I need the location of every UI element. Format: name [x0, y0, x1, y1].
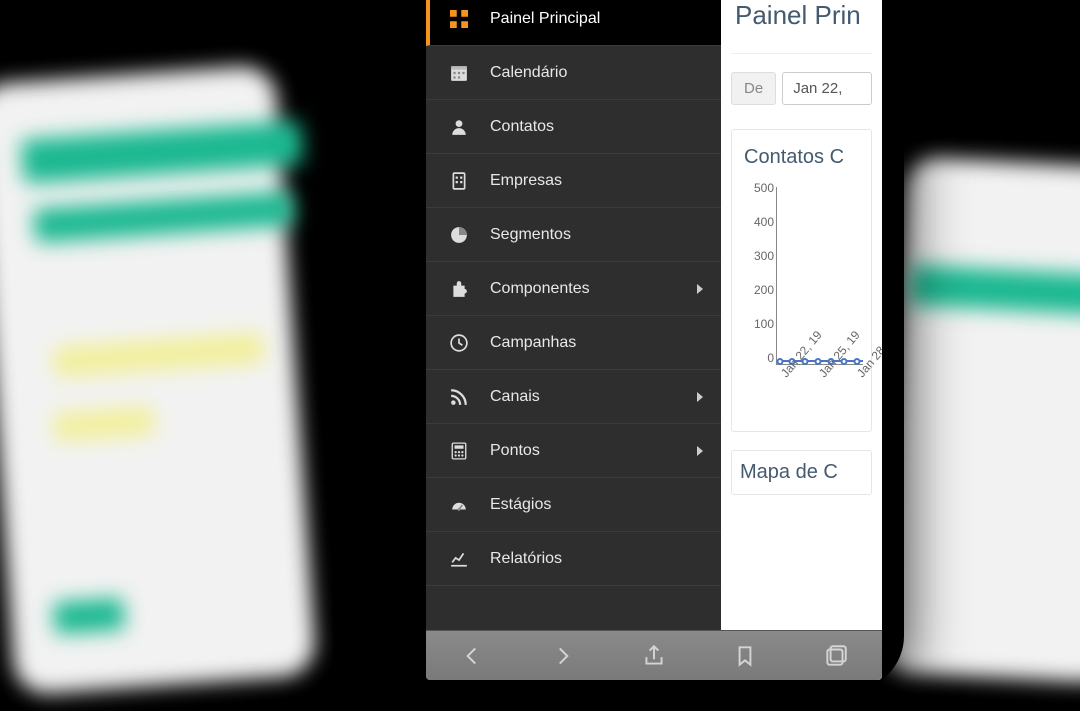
x-axis: Jan 22, 19 Jan 25, 19 Jan 28: [776, 367, 863, 421]
gauge-icon: [448, 494, 470, 516]
contacts-card-title: Contatos C: [740, 140, 863, 181]
bg-accent: [53, 598, 125, 635]
y-tick: 0: [740, 351, 774, 365]
main-content: Painel Prin De Jan 22, Contatos C 500 40…: [721, 0, 882, 680]
sidebar-item-segments[interactable]: Segmentos: [426, 208, 721, 262]
y-tick: 300: [740, 249, 774, 263]
phone-frame: Painel Principal Calendário Contatos Emp…: [404, 0, 904, 690]
share-icon[interactable]: [641, 643, 667, 669]
sidebar-item-label: Empresas: [490, 172, 721, 190]
puzzle-icon: [448, 278, 470, 300]
tabs-icon[interactable]: [823, 643, 849, 669]
back-icon[interactable]: [459, 643, 485, 669]
sidebar-item-label: Segmentos: [490, 226, 721, 244]
y-tick: 200: [740, 283, 774, 297]
grid-icon: [448, 8, 470, 30]
map-card-title: Mapa de C: [731, 450, 872, 495]
sidebar-item-dashboard[interactable]: Painel Principal: [426, 0, 721, 46]
sidebar-item-reports[interactable]: Relatórios: [426, 532, 721, 586]
chevron-right-icon: [697, 284, 703, 294]
y-tick: 500: [740, 181, 774, 195]
page-title: Painel Prin: [731, 0, 872, 54]
contacts-chart: 500 400 300 200 100 0: [740, 181, 863, 421]
sidebar-item-label: Calendário: [490, 64, 721, 82]
y-tick: 100: [740, 317, 774, 331]
chevron-right-icon: [697, 446, 703, 456]
browser-toolbar: [426, 630, 882, 680]
sidebar: Painel Principal Calendário Contatos Emp…: [426, 0, 721, 680]
sidebar-item-label: Relatórios: [490, 550, 721, 568]
sidebar-item-label: Componentes: [490, 280, 697, 298]
sidebar-item-label: Painel Principal: [490, 10, 721, 28]
building-icon: [448, 170, 470, 192]
sidebar-item-stages[interactable]: Estágios: [426, 478, 721, 532]
sidebar-item-points[interactable]: Pontos: [426, 424, 721, 478]
calculator-icon: [448, 440, 470, 462]
date-from-label: De: [731, 72, 776, 105]
sidebar-item-components[interactable]: Componentes: [426, 262, 721, 316]
date-from-input[interactable]: Jan 22,: [782, 72, 872, 105]
sidebar-item-label: Estágios: [490, 496, 721, 514]
piechart-icon: [448, 224, 470, 246]
calendar-icon: [448, 62, 470, 84]
chevron-right-icon: [697, 392, 703, 402]
clock-icon: [448, 332, 470, 354]
sidebar-item-channels[interactable]: Canais: [426, 370, 721, 424]
y-axis: 500 400 300 200 100 0: [740, 181, 774, 365]
sidebar-item-calendar[interactable]: Calendário: [426, 46, 721, 100]
sidebar-item-contacts[interactable]: Contatos: [426, 100, 721, 154]
sidebar-item-label: Contatos: [490, 118, 721, 136]
sidebar-item-campaigns[interactable]: Campanhas: [426, 316, 721, 370]
forward-icon[interactable]: [550, 643, 576, 669]
bookmarks-icon[interactable]: [732, 643, 758, 669]
sidebar-item-label: Campanhas: [490, 334, 721, 352]
sidebar-item-label: Pontos: [490, 442, 697, 460]
date-range-row: De Jan 22,: [731, 72, 872, 105]
linechart-icon: [448, 548, 470, 570]
user-icon: [448, 116, 470, 138]
y-tick: 400: [740, 215, 774, 229]
rss-icon: [448, 386, 470, 408]
sidebar-item-companies[interactable]: Empresas: [426, 154, 721, 208]
chart-point: [776, 358, 783, 365]
phone-screen: Painel Principal Calendário Contatos Emp…: [426, 0, 882, 680]
sidebar-item-label: Canais: [490, 388, 697, 406]
contacts-card: Contatos C 500 400 300 200 100 0: [731, 129, 872, 432]
